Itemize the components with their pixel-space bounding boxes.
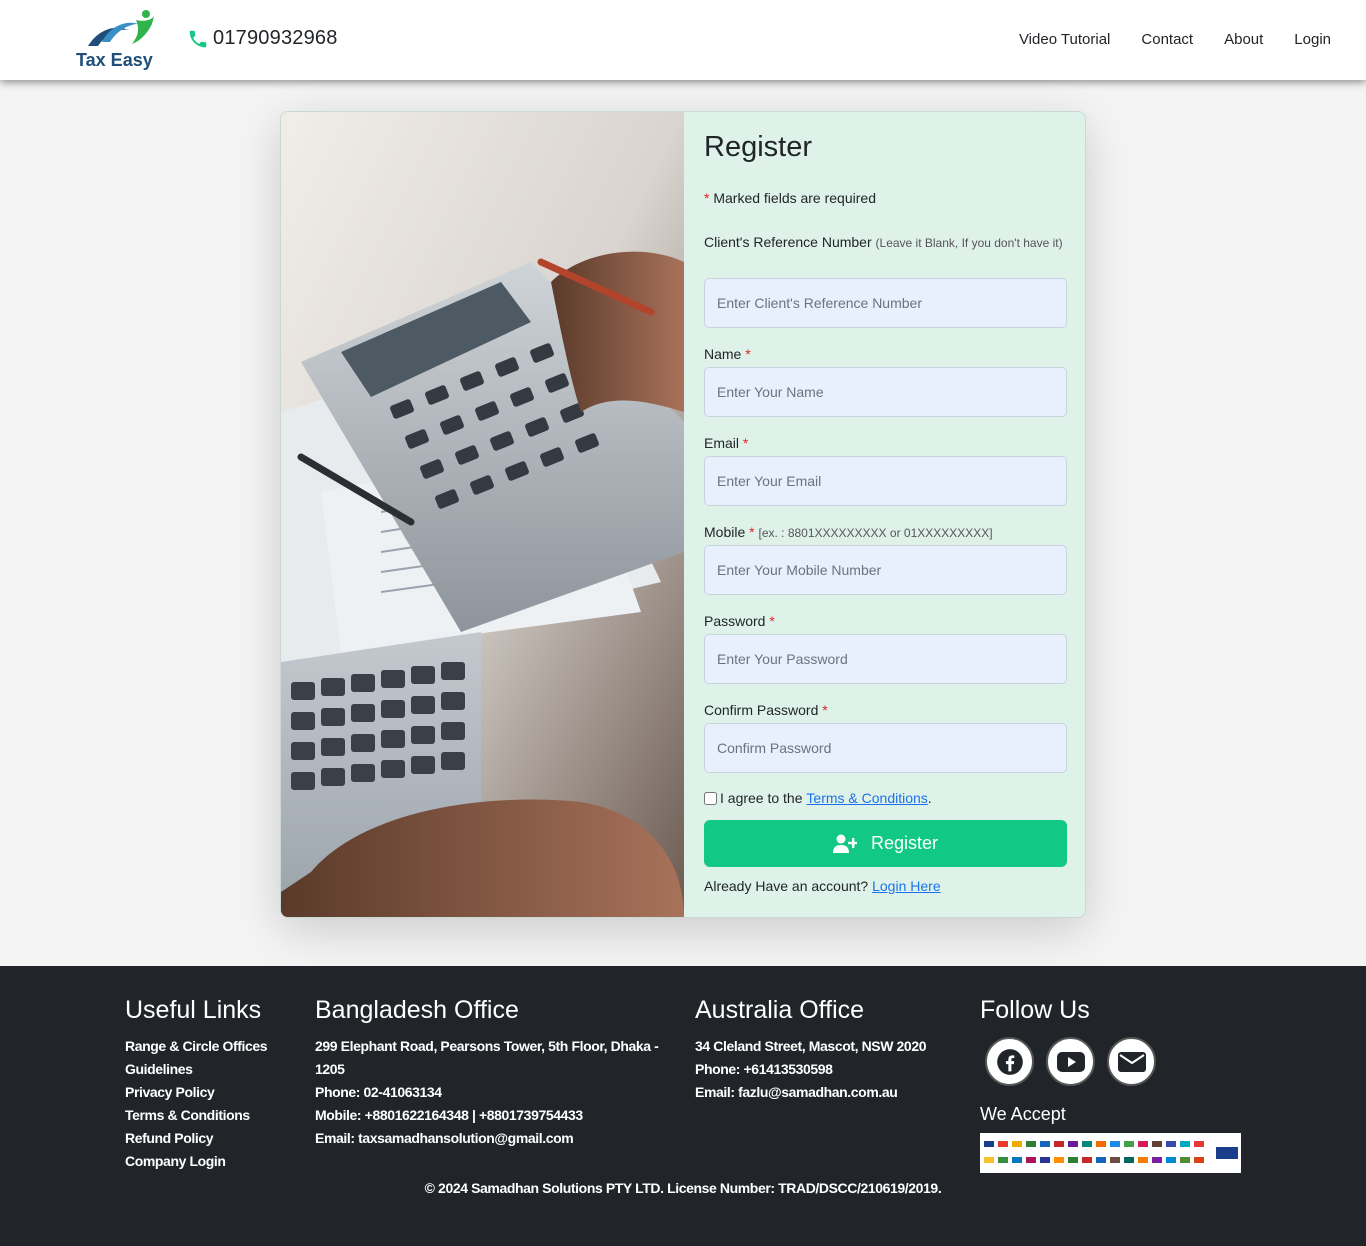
mobile-label-text: Mobile — [704, 524, 746, 540]
password-input[interactable] — [704, 634, 1067, 684]
required-mark: * — [704, 190, 710, 206]
au-office-title: Australia Office — [695, 996, 865, 1024]
bd-office-details: 299 Elephant Road, Pearsons Tower, 5th F… — [315, 1035, 675, 1150]
calculator-photo — [281, 112, 684, 917]
register-button[interactable]: Register — [704, 820, 1067, 867]
site-header: Tax Easy 01790932968 Video Tutorial Cont… — [0, 0, 1366, 80]
au-phone: Phone: +61413530598 — [695, 1061, 833, 1077]
nav-about[interactable]: About — [1224, 31, 1263, 48]
tax-easy-logo[interactable]: Tax Easy — [74, 8, 170, 70]
bd-email: Email: taxsamadhansolution@gmail.com — [315, 1130, 574, 1146]
confirm-password-label: Confirm Password * — [704, 699, 1064, 722]
phone-number: 01790932968 — [213, 27, 338, 49]
follow-us-title: Follow Us — [980, 996, 1090, 1024]
mobile-hint: [ex. : 8801XXXXXXXXX or 01XXXXXXXXX] — [758, 526, 993, 540]
password-label-text: Password — [704, 613, 766, 629]
mobile-label: Mobile * [ex. : 8801XXXXXXXXX or 01XXXXX… — [704, 521, 1064, 545]
email-link[interactable] — [1107, 1037, 1156, 1086]
bd-office-title: Bangladesh Office — [315, 996, 519, 1024]
ref-hint: (Leave it Blank, If you don't have it) — [875, 236, 1063, 250]
footer-link-range-circle[interactable]: Range & Circle Offices — [125, 1035, 305, 1058]
footer-link-guidelines[interactable]: Guidelines — [125, 1058, 305, 1081]
required-mark: * — [742, 435, 749, 451]
terms-checkbox[interactable] — [704, 791, 717, 805]
ref-label-text: Client's Reference Number — [704, 234, 872, 250]
already-account: Already Have an account? Login Here — [704, 878, 941, 894]
useful-links-title: Useful Links — [125, 996, 262, 1024]
australia-office-column: Australia Office 34 Cleland Street, Masc… — [695, 996, 965, 1104]
name-label: Name * — [704, 343, 1064, 366]
footer-link-terms[interactable]: Terms & Conditions — [125, 1104, 305, 1127]
required-note-text: Marked fields are required — [713, 190, 876, 206]
mobile-input[interactable] — [704, 545, 1067, 595]
register-title: Register — [704, 131, 812, 163]
nav-login[interactable]: Login — [1294, 31, 1331, 48]
au-address: 34 Cleland Street, Mascot, NSW 2020 — [695, 1038, 927, 1054]
ref-label: Client's Reference Number (Leave it Blan… — [704, 231, 1064, 255]
terms-link[interactable]: Terms & Conditions — [806, 790, 927, 806]
client-reference-input[interactable] — [704, 278, 1067, 328]
email-label-text: Email — [704, 435, 740, 451]
nav-contact[interactable]: Contact — [1141, 31, 1193, 48]
email-label: Email * — [704, 432, 1064, 455]
main-nav: Video Tutorial Contact About Login — [1019, 31, 1331, 48]
terms-agreement: I agree to the Terms & Conditions. — [704, 790, 932, 806]
required-note: * Marked fields are required — [704, 190, 876, 206]
confirm-password-label-text: Confirm Password — [704, 702, 819, 718]
required-mark: * — [745, 346, 751, 362]
already-text: Already Have an account? — [704, 878, 869, 894]
footer-link-company-login[interactable]: Company Login — [125, 1150, 305, 1173]
name-input[interactable] — [704, 367, 1067, 417]
phone-icon — [189, 30, 207, 47]
password-label: Password * — [704, 610, 1064, 633]
we-accept-title: We Accept — [980, 1104, 1066, 1124]
footer-link-privacy[interactable]: Privacy Policy — [125, 1081, 305, 1104]
agree-suffix: . — [927, 790, 932, 806]
youtube-icon — [1056, 1051, 1085, 1072]
confirm-password-input[interactable] — [704, 723, 1067, 773]
bd-mobile: Mobile: +8801622164348 | +8801739754433 — [315, 1107, 583, 1123]
follow-us-column: Follow Us We Accept — [980, 996, 1250, 1173]
facebook-icon — [996, 1048, 1023, 1075]
register-form: Register * Marked fields are required Cl… — [684, 112, 1085, 917]
register-button-label: Register — [870, 833, 939, 853]
bangladesh-office-column: Bangladesh Office 299 Elephant Road, Pea… — [315, 996, 675, 1150]
copyright-text: © 2024 Samadhan Solutions PTY LTD. Licen… — [424, 1180, 942, 1196]
phone-contact[interactable]: 01790932968 — [187, 27, 338, 50]
au-email: Email: fazlu@samadhan.com.au — [695, 1084, 898, 1100]
useful-links-list: Range & Circle Offices Guidelines Privac… — [125, 1035, 305, 1173]
youtube-link[interactable] — [1046, 1037, 1095, 1086]
email-input[interactable] — [704, 456, 1067, 506]
facebook-link[interactable] — [985, 1037, 1034, 1086]
user-plus-icon — [832, 834, 857, 853]
svg-text:Tax Easy: Tax Easy — [76, 50, 153, 70]
bd-phone: Phone: 02-41063134 — [315, 1084, 442, 1100]
site-footer: Useful Links Range & Circle Offices Guid… — [0, 966, 1366, 1246]
au-office-details: 34 Cleland Street, Mascot, NSW 2020 Phon… — [695, 1035, 965, 1104]
agree-prefix: I agree to the — [720, 790, 803, 806]
login-here-link[interactable]: Login Here — [872, 878, 941, 894]
payment-methods-image — [980, 1133, 1241, 1173]
required-mark: * — [769, 613, 775, 629]
nav-video-tutorial[interactable]: Video Tutorial — [1019, 31, 1110, 48]
envelope-icon — [1117, 1051, 1146, 1072]
register-card: Register * Marked fields are required Cl… — [280, 111, 1086, 918]
social-links — [985, 1037, 1250, 1086]
footer-link-refund[interactable]: Refund Policy — [125, 1127, 305, 1150]
bd-address: 299 Elephant Road, Pearsons Tower, 5th F… — [315, 1038, 659, 1077]
required-mark: * — [749, 524, 755, 540]
name-label-text: Name — [704, 346, 742, 362]
useful-links-column: Useful Links Range & Circle Offices Guid… — [125, 996, 305, 1173]
required-mark: * — [822, 702, 828, 718]
